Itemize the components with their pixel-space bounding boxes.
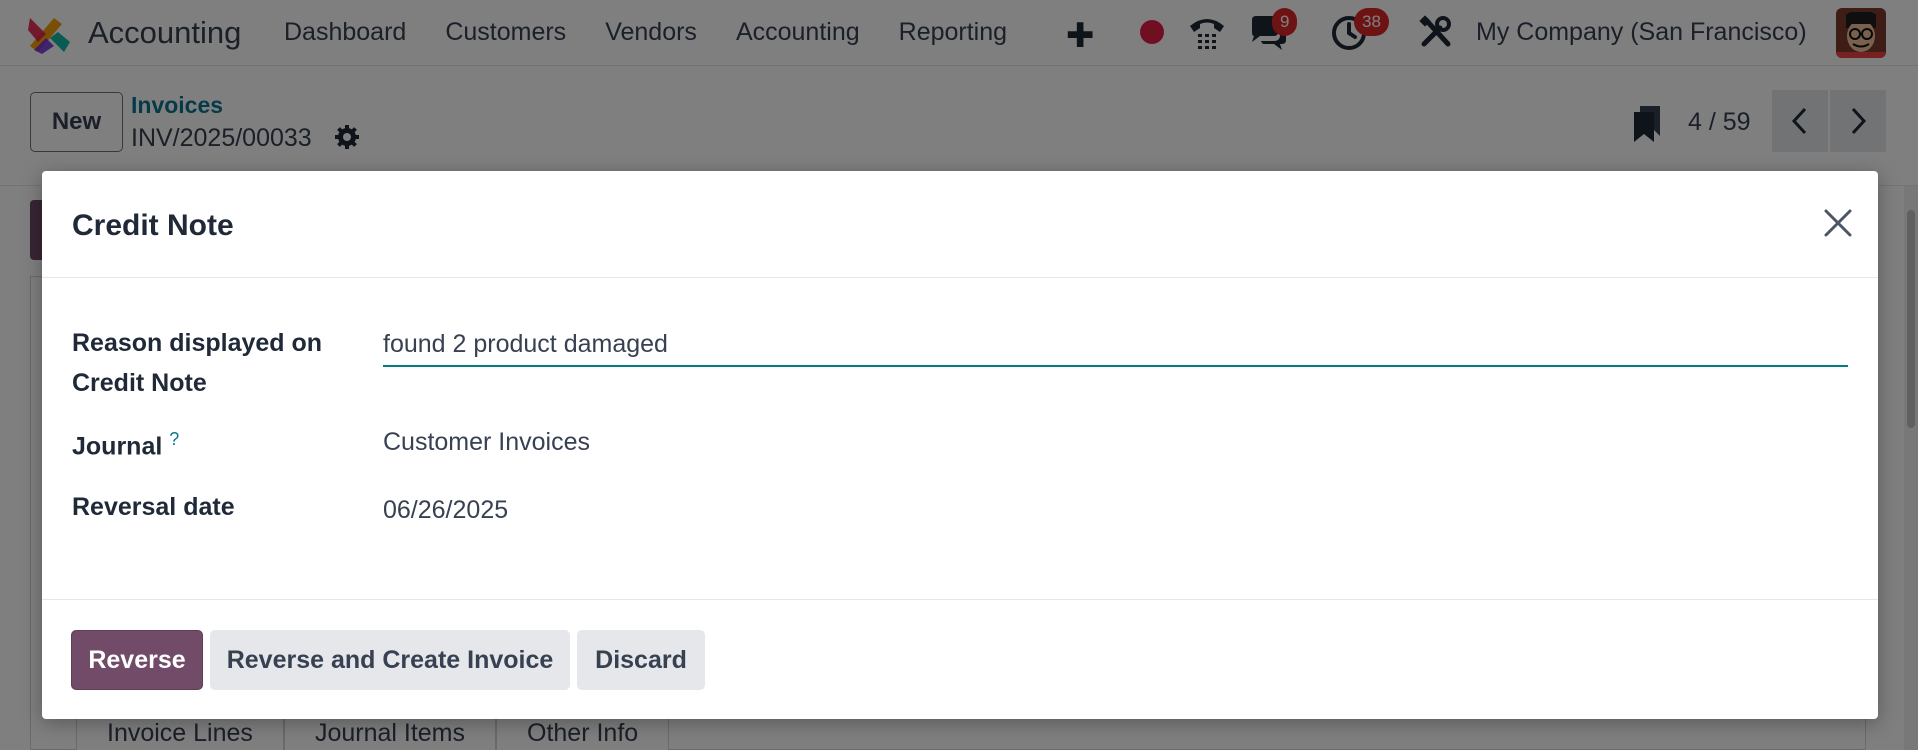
dialog-title: Credit Note xyxy=(72,209,234,242)
dialog-footer: Reverse Reverse and Create Invoice Disca… xyxy=(42,599,1878,719)
reverse-and-create-invoice-button[interactable]: Reverse and Create Invoice xyxy=(210,630,570,690)
dialog-header: Credit Note xyxy=(42,171,1878,278)
reverse-button[interactable]: Reverse xyxy=(71,630,203,690)
discard-button[interactable]: Discard xyxy=(577,630,705,690)
journal-label: Journal ? xyxy=(72,419,179,466)
close-icon[interactable] xyxy=(1818,203,1858,243)
reason-input[interactable] xyxy=(383,323,1848,367)
reason-label: Reason displayed on Credit Note xyxy=(72,329,323,397)
journal-label-text: Journal xyxy=(72,432,163,461)
reversal-date-value[interactable]: 06/26/2025 xyxy=(383,496,508,525)
credit-note-dialog: Credit Note Reason displayed on Credit N… xyxy=(42,171,1878,719)
reversal-date-label: Reversal date xyxy=(72,493,235,521)
journal-value[interactable]: Customer Invoices xyxy=(383,428,590,457)
journal-help-tooltip[interactable]: ? xyxy=(169,429,179,449)
